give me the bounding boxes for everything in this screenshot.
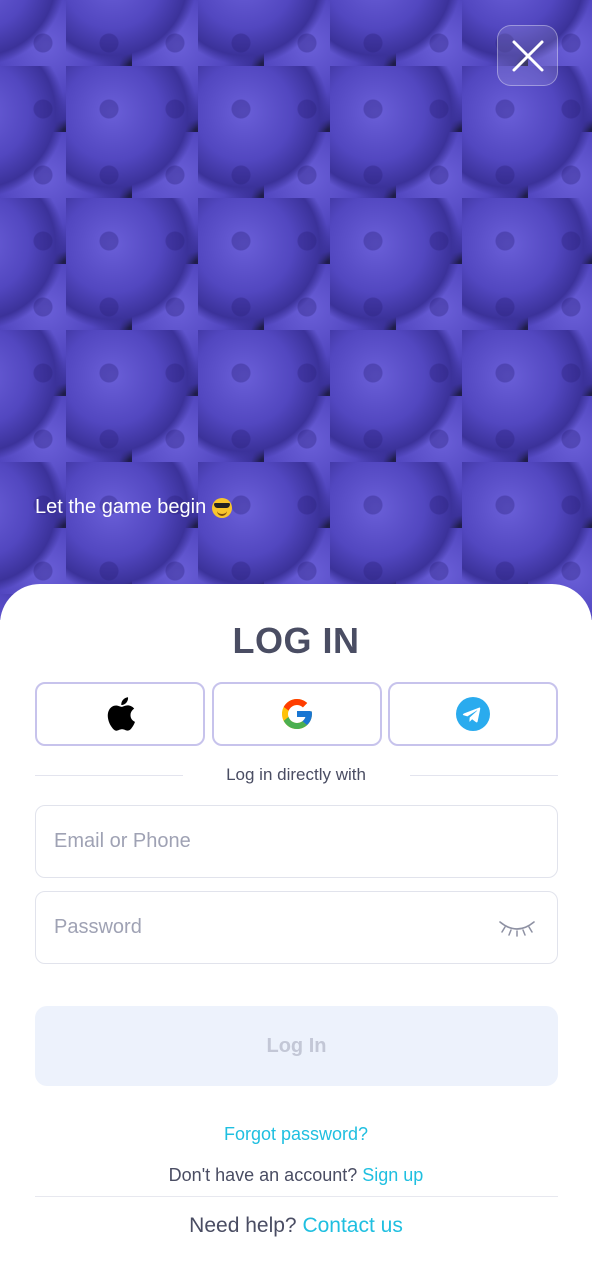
login-submit-button[interactable]: Log In [35,1006,558,1086]
google-icon [282,699,312,729]
help-row: Need help? Contact us [0,1214,592,1238]
password-field[interactable] [35,891,558,964]
email-field[interactable] [35,805,558,878]
telegram-login-button[interactable] [388,682,558,746]
hero-pattern-detail [0,0,592,620]
divider-right [410,775,558,776]
close-icon [512,40,543,71]
need-help-text: Need help? [189,1214,297,1237]
email-input[interactable] [54,806,484,877]
close-button[interactable] [497,25,558,86]
apple-icon [107,697,135,731]
signup-row: Don't have an account? Sign up [0,1165,592,1186]
no-account-text: Don't have an account? [168,1165,358,1185]
eye-closed-icon[interactable] [497,916,537,940]
page-title: LOG IN [232,620,360,661]
bottom-divider [35,1196,558,1197]
hero-tagline: Let the game begin [35,496,233,519]
telegram-icon [456,697,490,731]
forgot-password-link[interactable]: Forgot password? [0,1124,592,1145]
apple-login-button[interactable] [35,682,205,746]
password-input[interactable] [54,892,484,963]
google-login-button[interactable] [212,682,382,746]
hero-tagline-text: Let the game begin [35,496,207,518]
sunglasses-emoji-icon [212,497,233,518]
hero-banner: Let the game begin [0,0,592,620]
contact-us-link[interactable]: Contact us [302,1214,402,1237]
signup-link[interactable]: Sign up [362,1165,423,1185]
